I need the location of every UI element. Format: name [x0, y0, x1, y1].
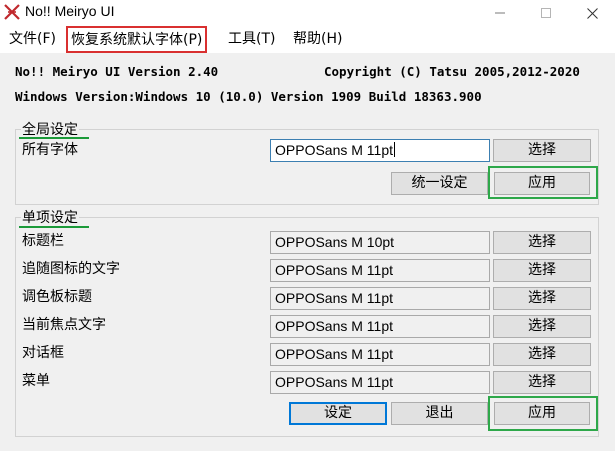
close-icon	[586, 7, 598, 19]
menu-help[interactable]: 帮助(H)	[291, 29, 344, 50]
window-title: No!! Meiryo UI	[25, 3, 115, 19]
font-row-field[interactable]: OPPOSans M 11pt	[270, 343, 490, 366]
global-apply-button[interactable]: 应用	[494, 172, 590, 195]
font-row-field[interactable]: OPPOSans M 11pt	[270, 287, 490, 310]
font-row-field[interactable]: OPPOSans M 11pt	[270, 315, 490, 338]
windows-version-text: Windows Version:Windows 10 (10.0) Versio…	[15, 89, 482, 104]
app-icon	[4, 4, 20, 20]
font-row-field[interactable]: OPPOSans M 11pt	[270, 371, 490, 394]
font-row-label: 菜单	[22, 373, 50, 389]
font-row-label: 调色板标题	[22, 289, 92, 305]
font-row-select-button[interactable]: 选择	[493, 259, 591, 282]
menu-file[interactable]: 文件(F)	[7, 29, 58, 50]
font-row-select-button[interactable]: 选择	[493, 231, 591, 254]
version-text: No!! Meiryo UI Version 2.40	[15, 64, 219, 79]
menu-bar: 文件(F) 恢复系统默认字体(P) 工具(T) 帮助(H)	[0, 26, 615, 53]
all-fonts-select-button[interactable]: 选择	[493, 139, 591, 162]
maximize-icon	[541, 8, 551, 18]
all-fonts-label: 所有字体	[22, 142, 78, 158]
font-row-field[interactable]: OPPOSans M 10pt	[270, 231, 490, 254]
font-row-select-button[interactable]: 选择	[493, 315, 591, 338]
font-row-select-button[interactable]: 选择	[493, 371, 591, 394]
minimize-button[interactable]	[477, 0, 523, 26]
unify-button[interactable]: 统一设定	[391, 172, 488, 195]
annotation-underline	[19, 226, 89, 228]
font-row-label: 标题栏	[22, 233, 64, 249]
menu-restore-default-font[interactable]: 恢复系统默认字体(P)	[66, 26, 208, 53]
copyright-text: Copyright (C) Tatsu 2005,2012-2020	[324, 64, 580, 79]
text-caret	[394, 142, 396, 157]
font-row-select-button[interactable]: 选择	[493, 287, 591, 310]
set-button[interactable]: 设定	[289, 402, 387, 425]
title-bar: No!! Meiryo UI	[0, 0, 615, 26]
exit-button[interactable]: 退出	[391, 402, 488, 425]
individual-apply-button[interactable]: 应用	[494, 402, 590, 425]
minimize-icon	[495, 12, 505, 14]
maximize-button[interactable]	[523, 0, 569, 26]
individual-settings-title: 单项设定	[21, 207, 79, 227]
font-row-label: 当前焦点文字	[22, 317, 106, 333]
font-row-select-button[interactable]: 选择	[493, 343, 591, 366]
font-row-label: 对话框	[22, 345, 64, 361]
font-row-label: 追随图标的文字	[22, 261, 120, 277]
close-button[interactable]	[569, 0, 615, 26]
global-settings-title: 全局设定	[21, 119, 79, 139]
font-row-field[interactable]: OPPOSans M 11pt	[270, 259, 490, 282]
menu-tools[interactable]: 工具(T)	[226, 29, 277, 50]
all-fonts-field[interactable]: OPPOSans M 11pt	[270, 139, 490, 162]
